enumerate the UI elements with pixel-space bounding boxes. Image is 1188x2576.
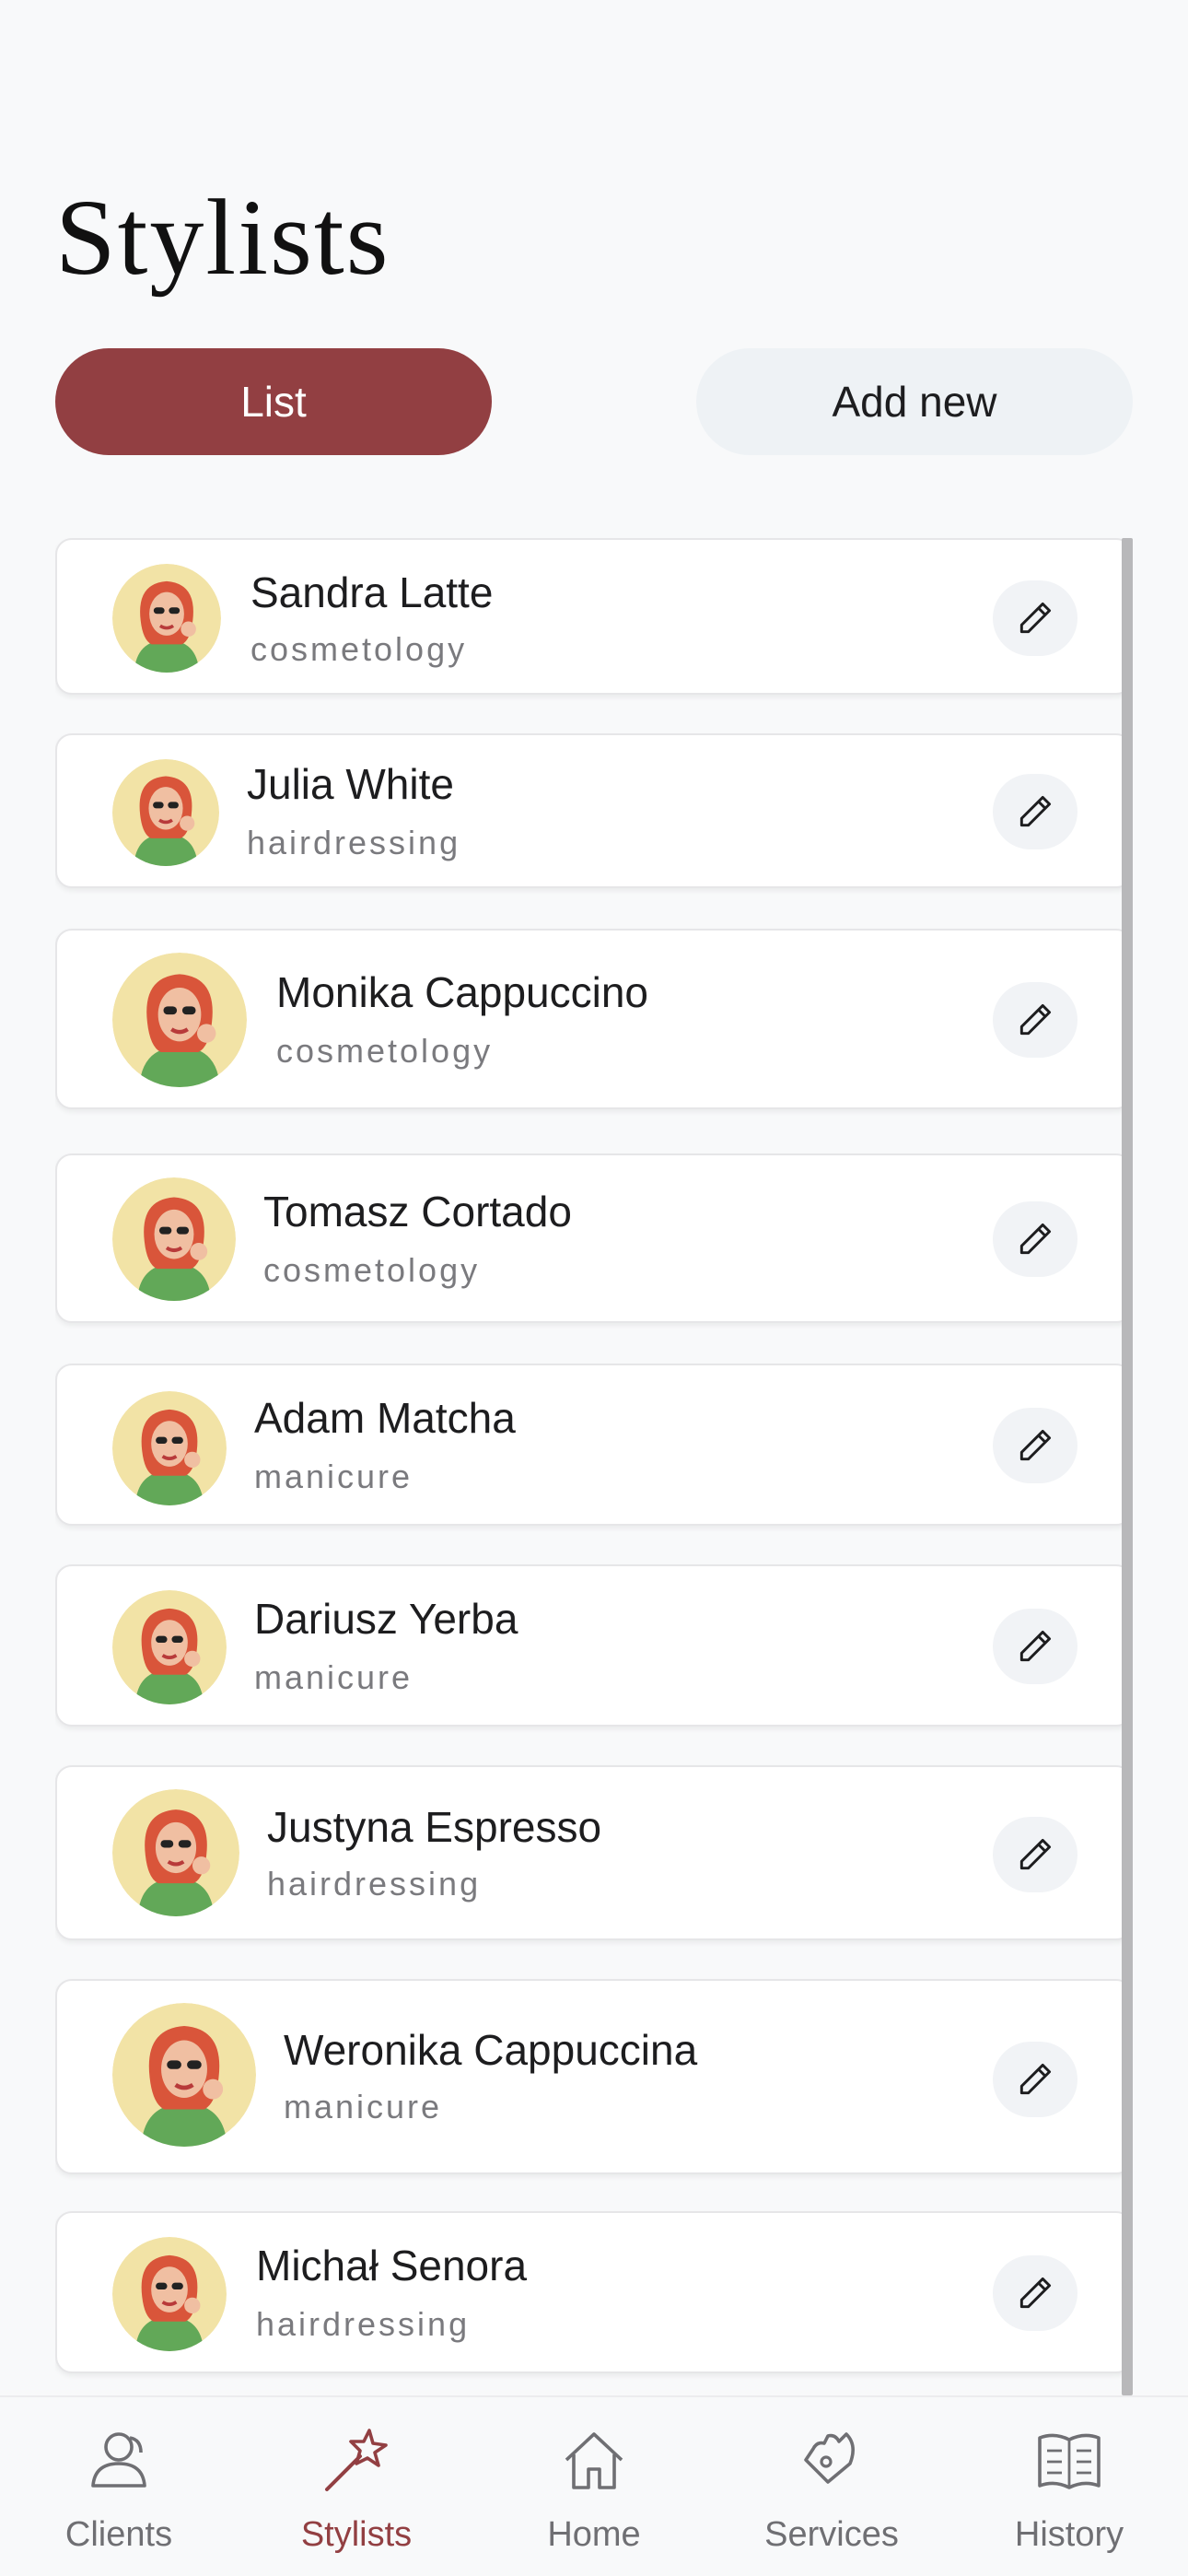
pencil-icon <box>1019 602 1052 634</box>
tab-services[interactable]: Services <box>713 2397 950 2576</box>
list-tab-button[interactable]: List <box>55 348 492 455</box>
stylist-specialty: hairdressing <box>267 1865 482 1903</box>
stylist-name: Tomasz Cortado <box>263 1188 572 1235</box>
tab-label: History <box>1014 2515 1124 2554</box>
stylists-screen: Stylists List Add new Sandra Latte cosme… <box>0 0 1188 2576</box>
edit-button[interactable] <box>993 774 1077 849</box>
pencil-icon <box>1019 1630 1052 1662</box>
pencil-icon <box>1019 795 1052 827</box>
stylist-card[interactable]: Adam Matcha manicure <box>55 1364 1133 1526</box>
pencil-icon <box>1019 2277 1052 2309</box>
stylist-card[interactable]: Justyna Espresso hairdressing <box>55 1765 1133 1940</box>
edit-button[interactable] <box>993 580 1077 656</box>
stylist-specialty: hairdressing <box>256 2305 471 2343</box>
tab-stylists[interactable]: Stylists <box>238 2397 475 2576</box>
stylist-avatar <box>112 1590 227 1704</box>
list-scrollbar[interactable] <box>1122 538 1133 2395</box>
tab-home[interactable]: Home <box>475 2397 713 2576</box>
stylist-avatar <box>112 953 247 1087</box>
stylists-icon <box>325 2429 388 2491</box>
pencil-icon <box>1019 1223 1052 1255</box>
services-icon <box>804 2432 855 2484</box>
stylist-specialty: cosmetology <box>276 1032 494 1070</box>
pencil-icon <box>1019 1003 1052 1036</box>
edit-button[interactable] <box>993 1817 1077 1892</box>
stylist-card[interactable]: Weronika Cappuccina manicure <box>55 1979 1133 2174</box>
stylist-card[interactable]: Tomasz Cortado cosmetology <box>55 1153 1133 1323</box>
stylist-card[interactable]: Sandra Latte cosmetology <box>55 538 1133 695</box>
history-icon <box>1038 2433 1101 2489</box>
stylist-card[interactable]: Monika Cappuccino cosmetology <box>55 929 1133 1109</box>
stylist-name: Adam Matcha <box>254 1394 516 1442</box>
stylist-specialty: manicure <box>284 2088 443 2125</box>
tab-label: Home <box>547 2515 641 2554</box>
stylist-avatar <box>112 1177 236 1301</box>
tab-label: Stylists <box>300 2515 413 2554</box>
stylist-name: Justyna Espresso <box>267 1803 602 1851</box>
pencil-icon <box>1019 2063 1052 2095</box>
stylist-avatar <box>112 1789 239 1916</box>
stylist-specialty: cosmetology <box>250 630 468 668</box>
stylist-avatar <box>112 2237 227 2351</box>
stylist-avatar <box>112 759 219 866</box>
stylist-list[interactable]: Sandra Latte cosmetology Julia White hai… <box>55 538 1133 2395</box>
edit-button[interactable] <box>993 982 1077 1058</box>
edit-button[interactable] <box>993 1408 1077 1483</box>
stylist-avatar <box>112 1391 227 1505</box>
add-new-button[interactable]: Add new <box>696 348 1133 455</box>
tab-clients[interactable]: Clients <box>0 2397 238 2576</box>
stylist-specialty: manicure <box>254 1658 413 1696</box>
stylist-card[interactable]: Julia White hairdressing <box>55 733 1133 888</box>
home-icon <box>565 2432 623 2489</box>
tab-label: Services <box>764 2515 899 2554</box>
stylist-specialty: cosmetology <box>263 1251 481 1289</box>
tab-label: Clients <box>64 2515 173 2554</box>
stylist-name: Dariusz Yerba <box>254 1595 518 1643</box>
stylist-name: Sandra Latte <box>250 568 494 616</box>
edit-button[interactable] <box>993 2255 1077 2331</box>
stylist-name: Julia White <box>247 760 454 808</box>
pencil-icon <box>1019 1429 1052 1461</box>
clients-icon <box>91 2432 146 2488</box>
bottom-tab-bar: Clients Stylists Home Services History <box>0 2395 1188 2576</box>
edit-button[interactable] <box>993 1201 1077 1277</box>
stylist-name: Weronika Cappuccina <box>284 2026 698 2074</box>
stylist-card[interactable]: Dariusz Yerba manicure <box>55 1564 1133 1727</box>
stylist-specialty: hairdressing <box>247 824 461 861</box>
stylist-avatar <box>112 2003 256 2147</box>
edit-button[interactable] <box>993 2042 1077 2117</box>
stylist-avatar <box>112 564 221 673</box>
edit-button[interactable] <box>993 1609 1077 1684</box>
stylist-card[interactable]: Michał Senora hairdressing <box>55 2211 1133 2373</box>
page-title: Stylists <box>55 177 390 298</box>
tab-history[interactable]: History <box>950 2397 1188 2576</box>
stylist-specialty: manicure <box>254 1458 413 1495</box>
stylist-name: Monika Cappuccino <box>276 968 649 1016</box>
stylist-name: Michał Senora <box>256 2242 528 2289</box>
pencil-icon <box>1019 1838 1052 1870</box>
